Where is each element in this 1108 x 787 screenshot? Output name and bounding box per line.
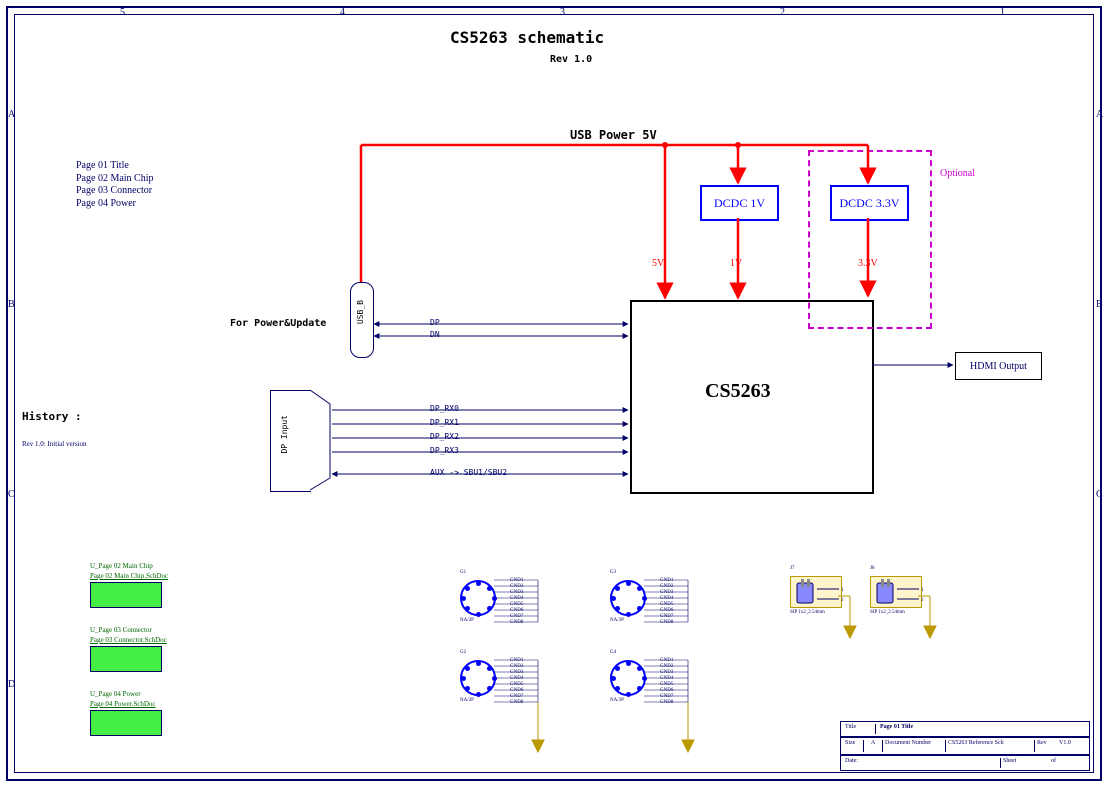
hole-icon	[610, 580, 646, 616]
history-entry: Rev 1.0: Initial version	[22, 440, 87, 449]
tb-docnum: CS5263 Reference Sch	[946, 740, 1034, 752]
page-list-item: Page 01 Title	[76, 160, 154, 173]
page-list: Page 01 Title Page 02 Main Chip Page 03 …	[76, 160, 154, 210]
ref: G2	[460, 650, 466, 656]
zone-row: C	[1096, 490, 1103, 500]
tb-size-label: Size	[845, 740, 864, 752]
label-1v: 1V	[730, 258, 742, 271]
tb-sheet-label: Sheet	[1000, 758, 1031, 768]
sig-dn: DN	[430, 330, 440, 339]
svg-text:1: 1	[841, 588, 844, 593]
hdmi-output-block: HDMI Output	[955, 352, 1042, 380]
zone-col: 2	[780, 8, 785, 18]
svg-text:2: 2	[841, 598, 844, 603]
zone-row: A	[1096, 110, 1103, 120]
sig-dp: DP	[430, 318, 440, 327]
svg-text:1: 1	[921, 588, 924, 593]
jumper-fp: SIP 1x2_2.54mm	[870, 610, 905, 616]
tb-title-label: Title	[845, 724, 876, 734]
dp-input-label: DP Input	[280, 415, 289, 454]
label-33v: 3.3V	[858, 258, 878, 271]
dp-input-connector	[270, 390, 311, 492]
optional-label: Optional	[940, 168, 975, 181]
value: NA/3P	[460, 698, 474, 704]
value: NA/3P	[460, 618, 474, 624]
hole-icon	[610, 660, 646, 696]
zone-col: 4	[340, 8, 345, 18]
hier-block	[90, 582, 162, 608]
sig-dprx2: DP_RX2	[430, 432, 459, 441]
pin-names: GND1GND2GND3GND4GND5GND6GND7GND8	[510, 658, 523, 706]
title-block: Title Page 01 Title Size A Document Numb…	[840, 721, 1090, 771]
zone-col: 3	[560, 8, 565, 18]
page-list-item: Page 03 Connector	[76, 185, 154, 198]
for-power-update: For Power&Update	[230, 318, 326, 331]
jumper: 12	[790, 576, 842, 608]
tb-title: Page 01 Title	[876, 724, 1085, 734]
hier-file: Page 02 Main Chip.SchDoc	[90, 572, 168, 581]
schematic-title: CS5263 schematic	[450, 28, 604, 47]
zone-row: B	[8, 300, 15, 310]
tb-size: A	[864, 740, 883, 752]
hier-ref: U_Page 04 Power	[90, 690, 141, 699]
tb-of: of	[1051, 758, 1065, 768]
tb-docnum-label: Document Number	[883, 740, 946, 752]
zone-row: A	[8, 110, 15, 120]
value: NA/3P	[610, 618, 624, 624]
hier-file: Page 03 Connector.SchDoc	[90, 636, 167, 645]
jumper-ref: J7	[790, 566, 794, 572]
pin-names: GND1GND2GND3GND4GND5GND6GND7GND8	[660, 578, 673, 626]
schematic-sheet: 5 4 3 2 1 A B C D A B C CS5263 schematic…	[0, 0, 1108, 787]
sig-aux: AUX -> SBU1/SBU2	[430, 468, 507, 477]
zone-row: D	[8, 680, 15, 690]
hier-block	[90, 646, 162, 672]
svg-text:2: 2	[921, 598, 924, 603]
sig-dprx0: DP_RX0	[430, 404, 459, 413]
hier-ref: U_Page 02 Main Chip	[90, 562, 153, 571]
usb-b-label: USB_B	[356, 300, 365, 324]
hier-file: Page 04 Power.SchDoc	[90, 700, 156, 709]
page-list-item: Page 02 Main Chip	[76, 173, 154, 186]
zone-row: C	[8, 490, 15, 500]
schematic-rev: Rev 1.0	[550, 54, 592, 65]
jumper-icon: 12	[795, 579, 845, 609]
sig-dprx1: DP_RX1	[430, 418, 459, 427]
jumper-icon: 12	[875, 579, 925, 609]
tb-date-label: Date:	[845, 758, 873, 768]
zone-col: 5	[120, 8, 125, 18]
jumper-fp: SIP 1x2_2.54mm	[790, 610, 825, 616]
chip-label: CS5263	[705, 380, 771, 403]
tb-rev-label: Rev	[1034, 740, 1057, 752]
tb-rev: V1.0	[1057, 740, 1085, 752]
zone-row: B	[1096, 300, 1103, 310]
dcdc-1v-block: DCDC 1V	[700, 185, 779, 221]
pin-names: GND1GND2GND3GND4GND5GND6GND7GND8	[660, 658, 673, 706]
hole-icon	[460, 660, 496, 696]
optional-group	[808, 150, 932, 329]
value: NA/3P	[610, 698, 624, 704]
sig-dprx3: DP_RX3	[430, 446, 459, 455]
hier-block	[90, 710, 162, 736]
jumper-ref: J8	[870, 566, 874, 572]
ref: G3	[610, 570, 616, 576]
label-5v: 5V	[652, 258, 664, 271]
pin-names: GND1GND2 GND3GND4 GND5GND6 GND7GND8	[510, 578, 523, 626]
history-heading: History :	[22, 410, 82, 424]
page-list-item: Page 04 Power	[76, 198, 154, 211]
hole-icon	[460, 580, 496, 616]
hier-ref: U_Page 03 Connector	[90, 626, 152, 635]
zone-col: 1	[1000, 8, 1005, 18]
ref: G4	[610, 650, 616, 656]
usb-power-label: USB Power 5V	[570, 128, 657, 143]
jumper: 12	[870, 576, 922, 608]
ref: G1	[460, 570, 466, 576]
